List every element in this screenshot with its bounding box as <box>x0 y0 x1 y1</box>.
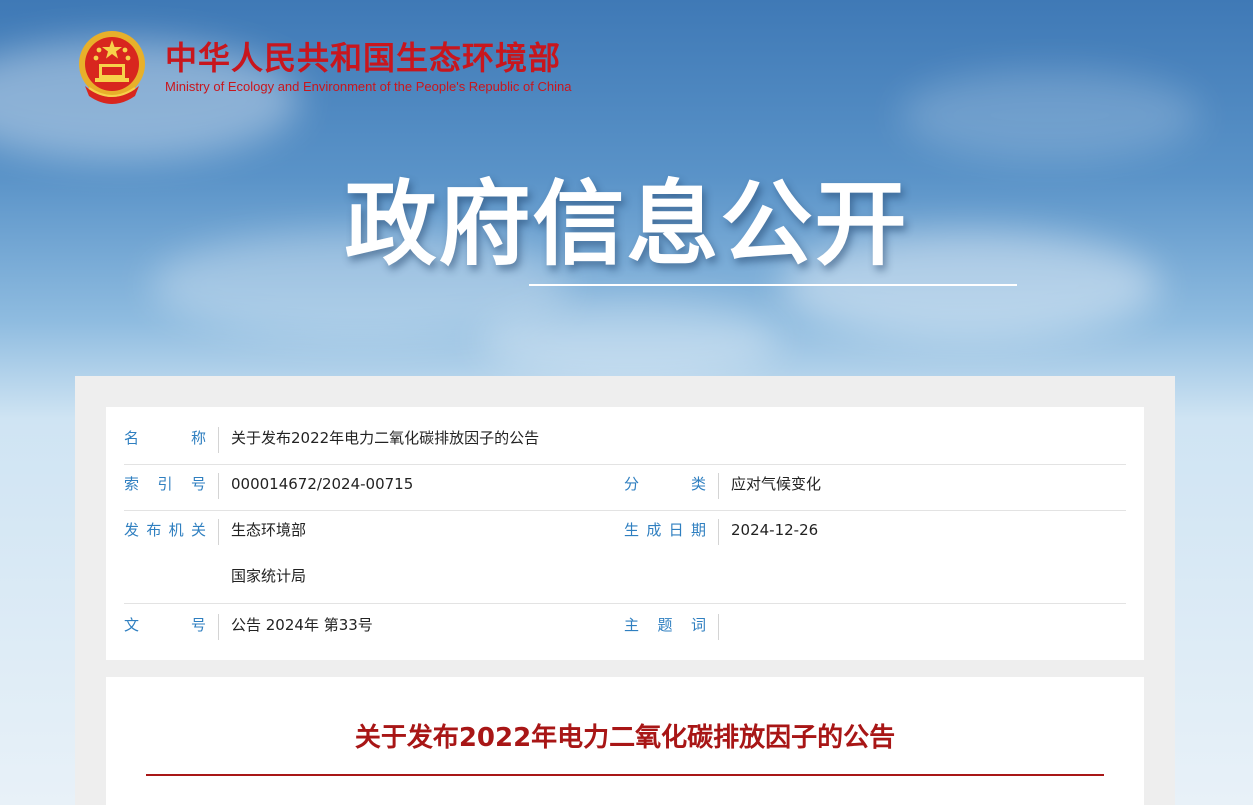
publisher-value-1: 生态环境部 <box>231 521 307 539</box>
article-title-rule <box>146 774 1104 776</box>
site-header: 中华人民共和国生态环境部 Ministry of Ecology and Env… <box>75 26 571 106</box>
category-label: 分 类 <box>624 475 706 493</box>
article-panel: 关于发布2022年电力二氧化碳排放因子的公告 <box>106 677 1144 805</box>
national-emblem-icon[interactable] <box>75 26 149 106</box>
banner-underline <box>529 284 1017 286</box>
date-value: 2024-12-26 <box>731 521 819 539</box>
index-label: 索引号 <box>124 475 206 493</box>
date-label: 生成日期 <box>624 521 706 539</box>
meta-row-publisher: 发布机关 生态环境部 国家统计局 生成日期 2024-12-26 <box>124 519 1126 604</box>
docno-label: 文 号 <box>124 616 206 634</box>
category-value: 应对气候变化 <box>731 475 822 493</box>
article-title: 关于发布2022年电力二氧化碳排放因子的公告 <box>354 723 896 753</box>
publisher-label: 发布机关 <box>124 521 206 539</box>
banner-title: 政府信息公开 <box>344 171 909 278</box>
index-value: 000014672/2024-00715 <box>231 475 414 493</box>
meta-row-docno: 文 号 公告 2024年 第33号 主题词 <box>124 614 1126 652</box>
publisher-values: 生态环境部 国家统计局 <box>231 519 306 587</box>
site-title-en[interactable]: Ministry of Ecology and Environment of t… <box>165 79 571 94</box>
keyword-label: 主题词 <box>624 616 706 634</box>
name-value: 关于发布2022年电力二氧化碳排放因子的公告 <box>231 429 540 447</box>
site-title[interactable]: 中华人民共和国生态环境部 <box>165 39 571 77</box>
meta-row-name: 名 称 关于发布2022年电力二氧化碳排放因子的公告 <box>124 427 1126 465</box>
docno-value: 公告 2024年 第33号 <box>231 616 373 634</box>
name-label: 名 称 <box>124 429 206 447</box>
document-metadata: 名 称 关于发布2022年电力二氧化碳排放因子的公告 索引号 000014672… <box>106 407 1144 660</box>
meta-row-index: 索引号 000014672/2024-00715 分 类 应对气候变化 <box>124 473 1126 511</box>
publisher-value-2: 国家统计局 <box>231 567 307 585</box>
